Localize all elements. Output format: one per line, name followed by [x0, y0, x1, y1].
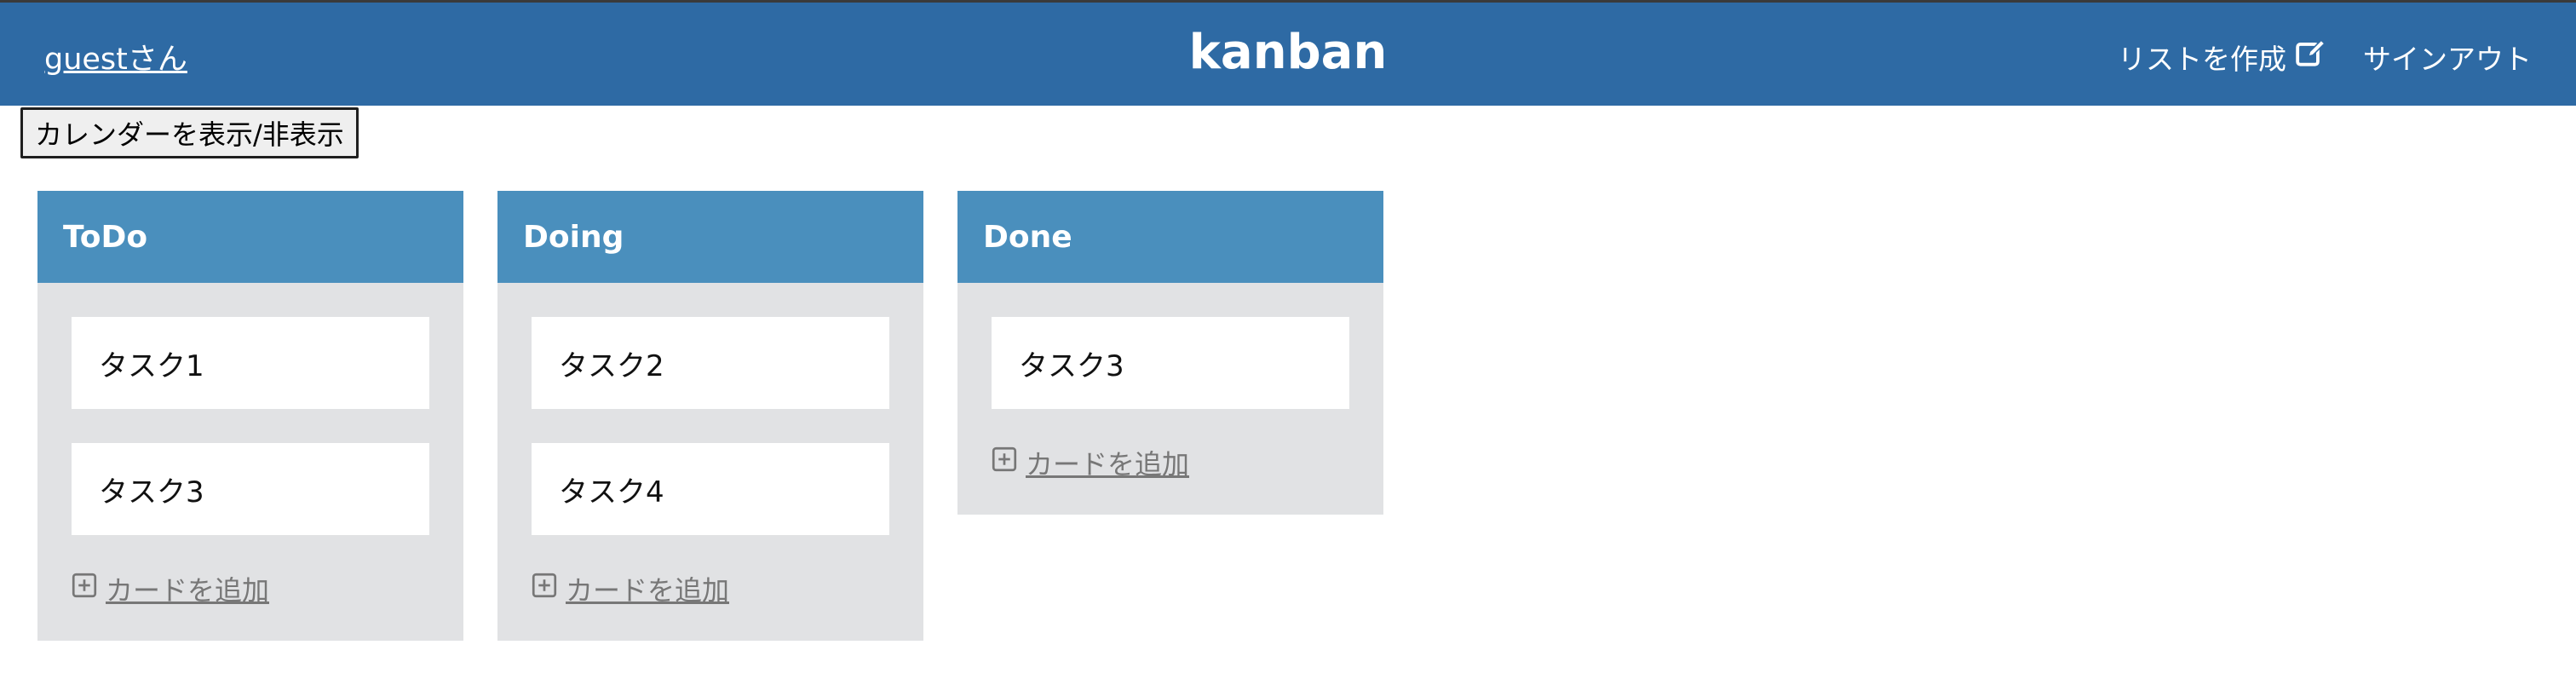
add-card-link[interactable]: カードを追加	[497, 569, 923, 608]
app-header: guestさん kanban リストを作成 サインアウト	[0, 0, 2576, 106]
add-card-label: カードを追加	[1026, 448, 1190, 481]
card[interactable]: タスク2	[532, 317, 889, 409]
kanban-board: ToDo タスク1 タスク3 カードを追加 Doing タスク2 タスク4 カー…	[37, 191, 1383, 641]
add-card-link[interactable]: カードを追加	[37, 569, 463, 608]
card[interactable]: タスク4	[532, 443, 889, 535]
plus-square-icon	[72, 573, 97, 605]
create-list-label: リストを作成	[2118, 43, 2286, 76]
list-done: Done タスク3 カードを追加	[957, 191, 1383, 515]
signout-link[interactable]: サインアウト	[2363, 37, 2532, 78]
create-list-button[interactable]: リストを作成	[2118, 37, 2327, 78]
add-card-label: カードを追加	[566, 574, 730, 607]
card-container: タスク2 タスク4	[497, 283, 923, 535]
card-container: タスク3	[957, 283, 1383, 409]
calendar-toggle-button[interactable]: カレンダーを表示/非表示	[20, 107, 359, 158]
add-card-label: カードを追加	[106, 574, 270, 607]
card[interactable]: タスク1	[72, 317, 429, 409]
list-title[interactable]: Doing	[497, 191, 923, 283]
user-name-link[interactable]: guestさん	[44, 35, 187, 78]
list-doing: Doing タスク2 タスク4 カードを追加	[497, 191, 923, 641]
list-title[interactable]: ToDo	[37, 191, 463, 283]
card[interactable]: タスク3	[992, 317, 1349, 409]
list-title[interactable]: Done	[957, 191, 1383, 283]
plus-square-icon	[532, 573, 557, 605]
add-card-link[interactable]: カードを追加	[957, 443, 1383, 482]
card[interactable]: タスク3	[72, 443, 429, 535]
edit-icon	[2295, 37, 2327, 77]
list-todo: ToDo タスク1 タスク3 カードを追加	[37, 191, 463, 641]
plus-square-icon	[992, 446, 1017, 479]
card-container: タスク1 タスク3	[37, 283, 463, 535]
